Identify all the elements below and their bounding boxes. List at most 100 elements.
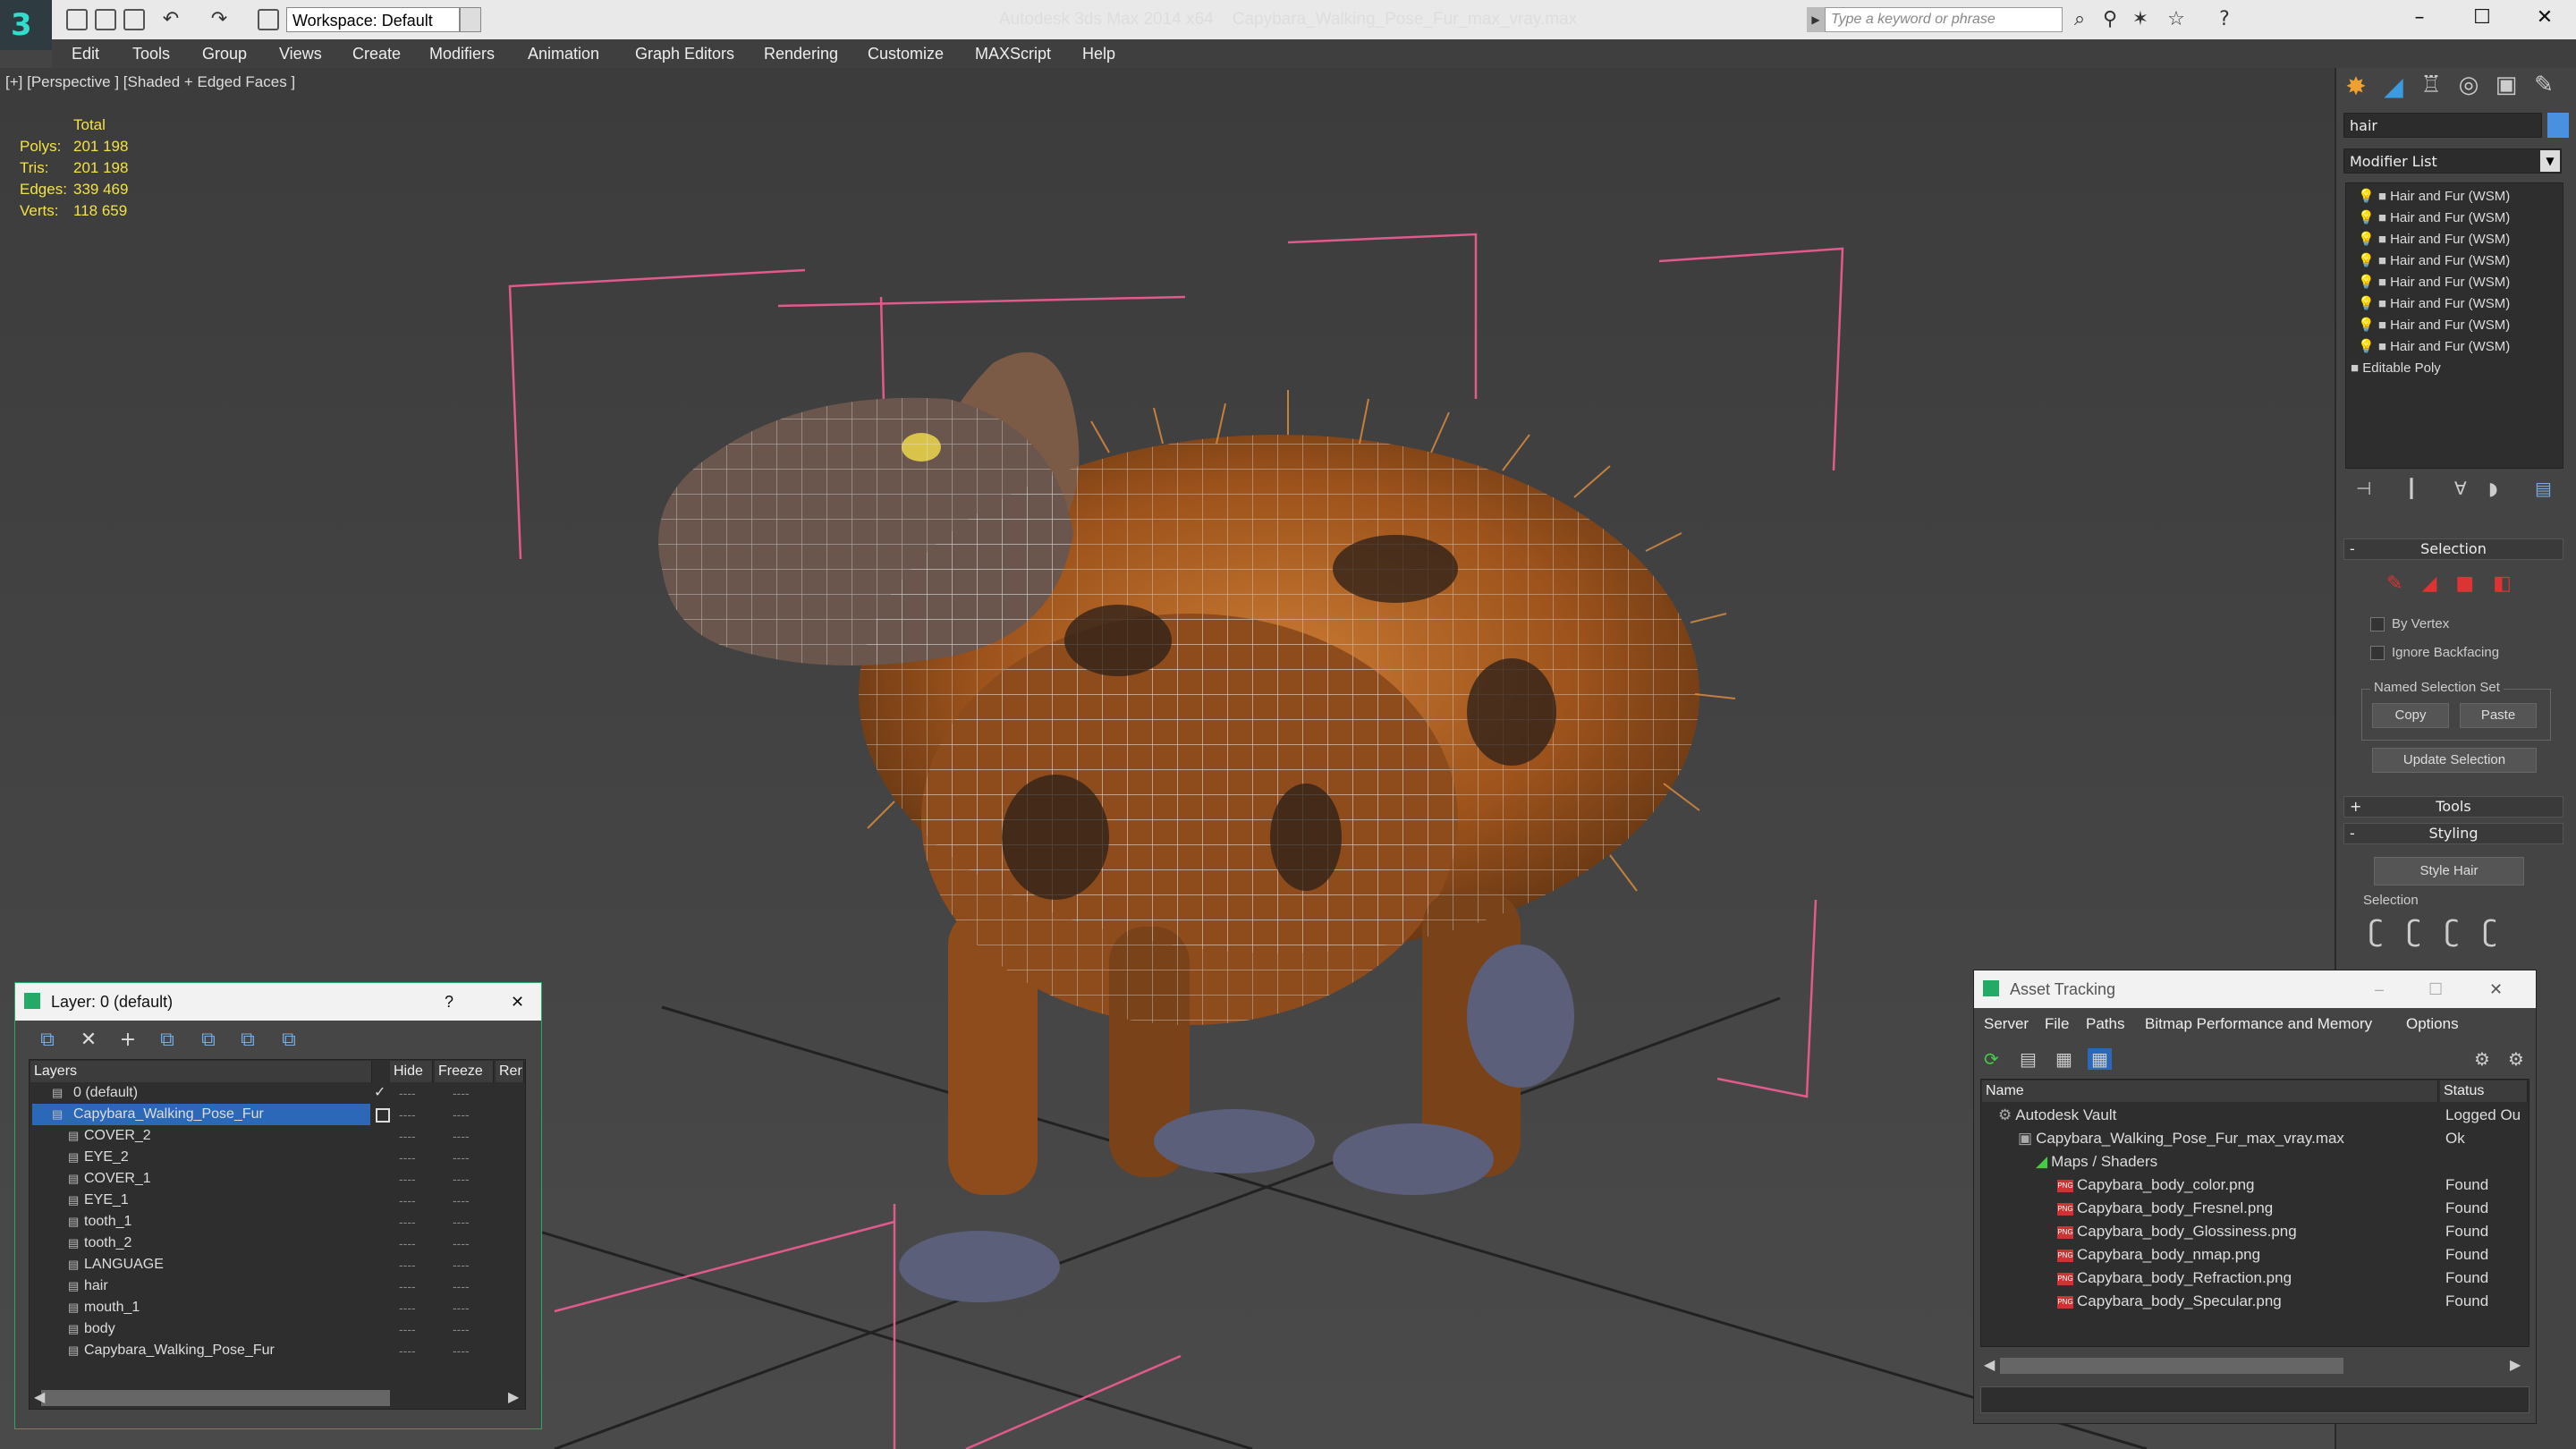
asset-row[interactable]: ▣ Capybara_Walking_Pose_Fur_max_vray.max O… [1982,1127,2528,1150]
binoculars-icon[interactable]: ⌕ [2068,9,2091,30]
horizontal-scrollbar[interactable] [41,1390,390,1406]
menu-maxscript[interactable]: MAXScript [975,39,1051,68]
asset-row[interactable]: PNG Capybara_body_color.png Found [1982,1174,2528,1197]
selection-rollout-header[interactable]: - Selection [2343,538,2563,560]
close-button[interactable]: ✕ [2489,970,2503,1008]
app-menu-button[interactable]: 3 [0,0,52,50]
open-file-icon[interactable] [95,9,116,30]
menu-group[interactable]: Group [202,39,247,68]
layer-row[interactable]: ▤ COVER_1 ---- ---- [30,1168,522,1190]
redo-icon[interactable]: ↷ [208,9,231,30]
chevron-down-icon[interactable]: ▼ [2540,150,2560,172]
guide-icon[interactable]: ✎ [2386,572,2402,595]
asset-dialog-titlebar[interactable]: Asset Tracking – ☐ ✕ [1974,970,2536,1008]
paste-button[interactable]: Paste [2460,703,2537,728]
hide-toggle[interactable]: ---- [399,1082,416,1104]
set-current-layer-box[interactable] [376,1108,390,1123]
stack-item[interactable]: 💡 ■ Hair and Fur (WSM) [2358,272,2510,293]
update-selection-button[interactable]: Update Selection [2372,748,2537,773]
column-name[interactable]: Name [1982,1080,2438,1102]
freeze-toggle[interactable]: ---- [453,1190,470,1211]
hide-all-icon[interactable]: ⧉ [277,1029,301,1052]
remove-modifier-icon[interactable]: ◗ [2488,478,2498,499]
asset-menu-bitmap[interactable]: Bitmap Performance and Memory [2145,1013,2372,1036]
select-hair-subtract-icon[interactable]: ʗ [2445,914,2459,948]
highlight-layer-icon[interactable]: ⧉ [236,1029,259,1052]
layers-icon[interactable]: ⧉ [36,1029,59,1052]
delete-layer-icon[interactable]: ✕ [77,1029,100,1052]
freeze-toggle[interactable]: ---- [453,1211,470,1233]
create-tab-icon[interactable]: ✸ [2338,72,2374,104]
freeze-toggle[interactable]: ---- [453,1297,470,1318]
menu-tools[interactable]: Tools [132,39,170,68]
menu-help[interactable]: Help [1082,39,1115,68]
select-hair-invert-icon[interactable]: ʗ [2483,914,2497,948]
close-button[interactable]: ✕ [511,983,524,1021]
stack-item[interactable]: 💡 ■ Hair and Fur (WSM) [2358,293,2510,315]
thumbnail-view-icon[interactable]: ▦ [2055,1048,2072,1070]
save-file-icon[interactable] [123,9,145,30]
hide-toggle[interactable]: ---- [399,1168,416,1190]
vault-login-icon[interactable]: ⚙ [2474,1048,2490,1070]
pin-stack-icon[interactable]: ⊣ [2356,478,2371,499]
new-file-icon[interactable] [66,9,88,30]
search-input[interactable]: Type a keyword or phrase [1825,7,2063,32]
column-render[interactable]: Rer [496,1061,524,1082]
styling-rollout-header[interactable]: - Styling [2343,823,2563,844]
freeze-toggle[interactable]: ---- [453,1125,470,1147]
copy-button[interactable]: Copy [2372,703,2449,728]
layer-row[interactable]: ▤ EYE_2 ---- ---- [30,1147,522,1168]
menu-create[interactable]: Create [352,39,401,68]
freeze-toggle[interactable]: ---- [453,1104,470,1125]
asset-row[interactable]: PNG Capybara_body_Fresnel.png Found [1982,1197,2528,1220]
layer-row[interactable]: ▤ Capybara_Walking_Pose_Fur ---- ---- [30,1104,522,1125]
freeze-toggle[interactable]: ---- [453,1254,470,1275]
hide-toggle[interactable]: ---- [399,1254,416,1275]
list-view-icon[interactable]: ▤ [2020,1048,2037,1070]
column-freeze[interactable]: Freeze [435,1061,494,1082]
layer-dialog-titlebar[interactable]: Layer: 0 (default) ? ✕ [15,983,541,1021]
table-view-icon[interactable]: ▦ [2088,1048,2112,1070]
menu-customize[interactable]: Customize [868,39,944,68]
asset-menu-file[interactable]: File [2045,1013,2069,1036]
hide-toggle[interactable]: ---- [399,1125,416,1147]
select-layer-icon[interactable]: ⧉ [197,1029,220,1052]
scroll-left-icon[interactable]: ◀ [1984,1356,1995,1373]
layer-row[interactable]: ▤ 0 (default) ---- ---- ✓ [30,1082,522,1104]
configure-sets-icon[interactable]: ▤ [2535,478,2552,499]
hide-toggle[interactable]: ---- [399,1147,416,1168]
scroll-right-icon[interactable]: ▶ [2510,1356,2521,1373]
asset-row[interactable]: ◢ Maps / Shaders [1982,1150,2528,1174]
search-expand-icon[interactable]: ▶ [1807,7,1825,32]
asset-row[interactable]: PNG Capybara_body_nmap.png Found [1982,1243,2528,1267]
hide-toggle[interactable]: ---- [399,1297,416,1318]
stack-item[interactable]: 💡 ■ Hair and Fur (WSM) [2358,336,2510,358]
face-icon[interactable]: ◢ [2421,572,2436,595]
project-folder-icon[interactable] [258,9,279,30]
menu-rendering[interactable]: Rendering [764,39,838,68]
workspace-selector[interactable]: Workspace: Default [286,7,460,32]
column-layers[interactable]: Layers [30,1061,372,1082]
motion-tab-icon[interactable]: ◎ [2451,72,2487,104]
layer-row[interactable]: ▤ body ---- ---- [30,1318,522,1340]
tools-rollout-header[interactable]: + Tools [2343,796,2563,818]
viewport-label[interactable]: [+] [Perspective ] [Shaded + Edged Faces… [5,73,295,91]
polygon-icon[interactable]: ■ [2455,572,2474,595]
object-color-swatch[interactable] [2547,113,2569,138]
asset-path-field[interactable] [1980,1386,2529,1413]
scroll-left-icon[interactable]: ◀ [34,1388,45,1405]
freeze-toggle[interactable]: ---- [453,1340,470,1361]
select-hair-add-icon[interactable]: ʗ [2407,914,2421,948]
layer-row[interactable]: ▤ LANGUAGE ---- ---- [30,1254,522,1275]
display-tab-icon[interactable]: ▣ [2488,72,2524,104]
layer-row[interactable]: ▤ tooth_2 ---- ---- [30,1233,522,1254]
modifier-list-dropdown[interactable]: Modifier List [2343,148,2562,174]
scroll-right-icon[interactable]: ▶ [508,1388,519,1405]
select-hair-icon[interactable]: ʗ [2368,914,2383,948]
asset-row[interactable]: PNG Capybara_body_Glossiness.png Found [1982,1220,2528,1243]
freeze-toggle[interactable]: ---- [453,1275,470,1297]
hide-toggle[interactable]: ---- [399,1190,416,1211]
layer-row[interactable]: ▤ hair ---- ---- [30,1275,522,1297]
column-status[interactable]: Status [2440,1080,2528,1102]
chevron-down-icon[interactable]: ▼ [460,7,481,32]
